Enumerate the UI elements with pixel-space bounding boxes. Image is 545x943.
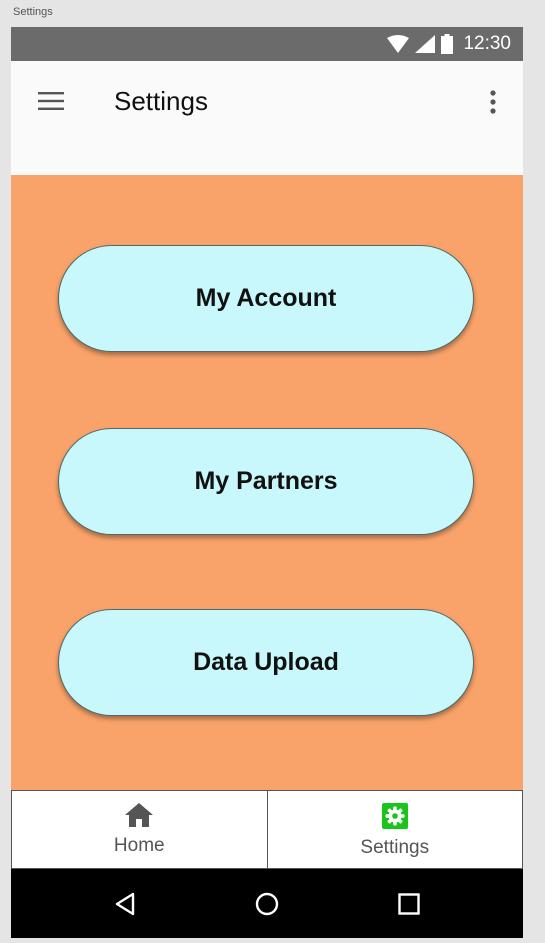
my-account-button[interactable]: My Account — [58, 245, 474, 352]
menu-button[interactable] — [37, 87, 65, 115]
data-upload-button[interactable]: Data Upload — [58, 609, 474, 716]
signal-icon — [415, 35, 436, 53]
nav-label-settings: Settings — [360, 837, 430, 858]
settings-content: My Account My Partners Data Upload — [11, 175, 523, 790]
home-icon — [125, 803, 154, 827]
wifi-icon — [387, 35, 410, 53]
home-button[interactable] — [254, 891, 280, 917]
more-vert-icon — [490, 90, 496, 114]
status-icons: 12:30 — [387, 33, 511, 55]
recents-button[interactable] — [396, 891, 422, 917]
nav-label-home: Home — [113, 835, 165, 856]
nav-item-settings[interactable]: Settings — [266, 791, 523, 869]
back-icon — [115, 892, 135, 916]
bottom-navigation: Home Settings — [11, 790, 523, 869]
nav-item-home[interactable]: Home — [11, 791, 267, 869]
battery-icon — [441, 34, 454, 54]
system-navigation-bar — [11, 869, 523, 938]
status-time: 12:30 — [463, 33, 511, 54]
device-screen: 12:30 Settings My Account My Partners Da… — [11, 27, 523, 938]
status-bar: 12:30 — [11, 27, 523, 61]
menu-icon — [38, 92, 64, 110]
more-options-button[interactable] — [481, 87, 505, 117]
recents-icon — [398, 893, 420, 915]
gear-icon — [381, 803, 408, 829]
app-bar: Settings — [11, 61, 523, 175]
home-circle-icon — [255, 892, 279, 916]
my-partners-button[interactable]: My Partners — [58, 428, 474, 535]
page-title: Settings — [114, 86, 208, 116]
frame-label: Settings — [13, 6, 53, 18]
back-button[interactable] — [112, 891, 138, 917]
